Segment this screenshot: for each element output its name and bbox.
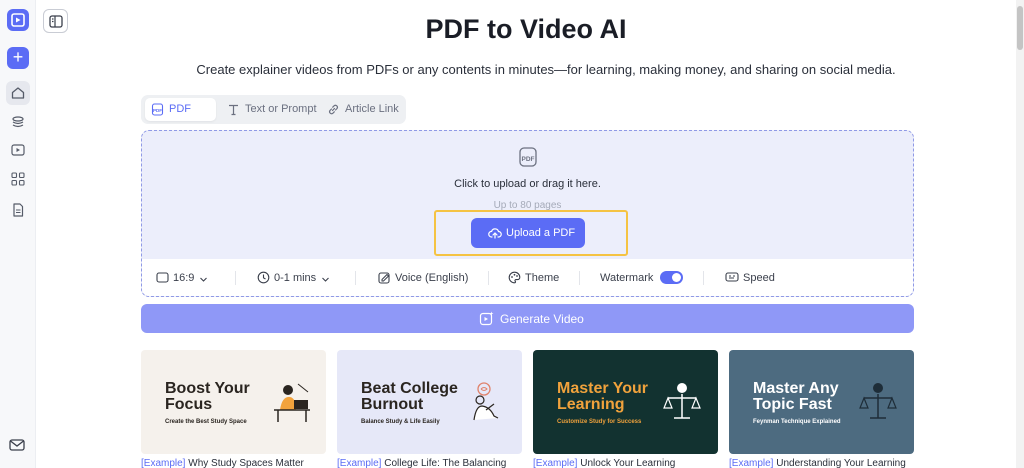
- speed-value: Speed: [743, 272, 775, 284]
- scrollbar-thumb[interactable]: [1017, 6, 1023, 50]
- card-title: Master Any Topic Fast: [753, 380, 839, 413]
- sidebar-item-home[interactable]: [6, 81, 30, 105]
- divider: [703, 271, 704, 285]
- example-tag: [Example]: [729, 458, 774, 468]
- divider: [579, 271, 580, 285]
- plus-icon: +: [12, 47, 24, 67]
- page-title: PDF to Video AI: [425, 14, 627, 44]
- sidebar-item-documents[interactable]: [6, 198, 30, 222]
- card-subtitle: Create the Best Study Space: [165, 419, 247, 425]
- cloud-upload-icon: [488, 228, 502, 239]
- text-icon: [229, 104, 238, 116]
- app: + PDF to Video AI Create explainer video…: [0, 0, 1024, 468]
- video-options-bar: 16:9 0-1 mins Voice (English) Theme Wate…: [142, 259, 913, 296]
- grid-icon: [11, 172, 25, 186]
- source-tabs: PDF PDF Text or Prompt Article Link: [141, 95, 406, 124]
- home-icon: [11, 87, 25, 99]
- example-card[interactable]: Boost Your Focus Create the Best Study S…: [141, 350, 326, 454]
- divider: [235, 271, 236, 285]
- example-card[interactable]: Master Any Topic Fast Feynman Technique …: [729, 350, 914, 454]
- sidebar-item-apps[interactable]: [6, 167, 30, 191]
- theme-select[interactable]: Theme: [508, 270, 559, 286]
- link-icon: [329, 104, 338, 115]
- upload-panel: PDF Click to upload or drag it here. Up …: [141, 130, 914, 297]
- speed-select[interactable]: Speed: [725, 270, 775, 286]
- card-caption[interactable]: [Example] Understanding Your Learning: [729, 458, 914, 468]
- duration-select[interactable]: 0-1 mins: [257, 270, 330, 286]
- video-icon: [11, 144, 25, 156]
- voice-value: Voice (English): [395, 272, 469, 284]
- card-title: Beat College Burnout: [361, 380, 458, 413]
- example-card[interactable]: Beat College Burnout Balance Study & Lif…: [337, 350, 522, 454]
- sidebar-item-layers[interactable]: [6, 110, 30, 134]
- logo-icon[interactable]: [7, 9, 29, 31]
- svg-text:PDF: PDF: [153, 108, 162, 113]
- tab-text-label: Text or Prompt: [245, 103, 317, 115]
- clock-icon: [257, 271, 270, 284]
- caption-text: Why Study Spaces Matter: [188, 458, 304, 468]
- voice-select[interactable]: Voice (English): [378, 270, 468, 286]
- pdf-file-icon: PDF: [519, 147, 537, 167]
- layers-icon: [12, 116, 24, 128]
- scales-illustration: [663, 383, 701, 419]
- voice-icon: [378, 272, 390, 284]
- divider: [488, 271, 489, 285]
- sparkle-video-icon: [479, 311, 494, 326]
- generate-video-button[interactable]: Generate Video: [141, 304, 914, 333]
- card-caption[interactable]: [Example] Why Study Spaces Matter: [141, 458, 326, 468]
- card-title: Master Your Learning: [557, 380, 648, 413]
- study-desk-illustration: [274, 383, 310, 422]
- card-caption[interactable]: [Example] Unlock Your Learning: [533, 458, 718, 468]
- upload-instruction: Click to upload or drag it here.: [454, 178, 601, 190]
- watermark-label: Watermark: [600, 272, 654, 284]
- generate-video-label: Generate Video: [500, 312, 584, 326]
- watermark-switch[interactable]: [660, 271, 684, 284]
- upload-dropzone[interactable]: PDF Click to upload or drag it here. Up …: [142, 131, 913, 259]
- pdf-icon: PDF: [151, 103, 164, 116]
- theme-value: Theme: [525, 272, 560, 284]
- card-title: Boost Your Focus: [165, 380, 250, 413]
- aspect-ratio-select[interactable]: 16:9: [156, 270, 208, 286]
- tab-pdf-label: PDF: [169, 103, 191, 115]
- card-subtitle: Balance Study & Life Easily: [361, 419, 440, 425]
- mail-icon: [9, 439, 25, 451]
- mail-button[interactable]: [8, 436, 26, 459]
- tab-article-link[interactable]: Article Link: [321, 98, 403, 121]
- duration-value: 0-1 mins: [274, 272, 317, 284]
- palette-icon: [508, 271, 521, 284]
- chevron-down-icon: [200, 277, 208, 282]
- chevron-down-icon: [322, 277, 330, 282]
- example-tag: [Example]: [141, 458, 186, 468]
- example-tag: [Example]: [337, 458, 382, 468]
- page-subtitle: Create explainer videos from PDFs or any…: [196, 62, 896, 77]
- example-card[interactable]: Master Your Learning Customize Study for…: [533, 350, 718, 454]
- card-caption[interactable]: [Example] College Life: The Balancing: [337, 458, 522, 468]
- tab-article-label: Article Link: [345, 103, 399, 115]
- upload-pdf-label: Upload a PDF: [506, 227, 576, 239]
- tab-text-or-prompt[interactable]: Text or Prompt: [221, 98, 317, 121]
- example-tag: [Example]: [533, 458, 578, 468]
- caption-text: College Life: The Balancing: [384, 458, 507, 468]
- document-icon: [13, 203, 24, 217]
- watermark-toggle[interactable]: Watermark: [600, 270, 684, 286]
- sidebar: +: [0, 0, 36, 468]
- svg-text:PDF: PDF: [522, 156, 535, 163]
- burnout-illustration: [473, 382, 499, 421]
- new-project-button[interactable]: +: [7, 47, 29, 69]
- upload-pdf-button[interactable]: Upload a PDF: [471, 218, 585, 248]
- speed-icon: [725, 272, 739, 282]
- card-subtitle: Feynman Technique Explained: [753, 419, 841, 425]
- tab-pdf[interactable]: PDF PDF: [145, 98, 216, 121]
- aspect-ratio-value: 16:9: [173, 272, 195, 284]
- card-subtitle: Customize Study for Success: [557, 419, 642, 425]
- aspect-ratio-icon: [156, 272, 169, 283]
- sidebar-item-videos[interactable]: [6, 138, 30, 162]
- caption-text: Unlock Your Learning: [580, 458, 676, 468]
- divider: [355, 271, 356, 285]
- caption-text: Understanding Your Learning: [776, 458, 906, 468]
- scales-illustration: [859, 383, 897, 419]
